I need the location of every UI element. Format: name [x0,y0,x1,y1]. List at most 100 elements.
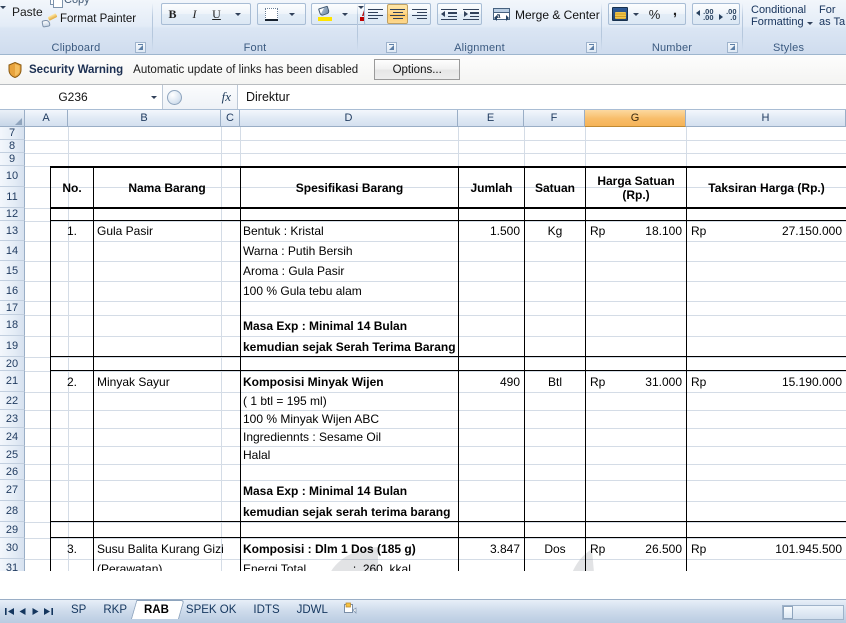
increase-decimal-button[interactable]: .00 .00 [693,5,716,23]
number-dialog-launcher[interactable] [727,42,738,53]
underline-button[interactable]: U [206,4,227,24]
row-header-10[interactable]: 10 [0,166,25,187]
row-header-22[interactable]: 22 [0,392,25,410]
row-header-25[interactable]: 25 [0,446,25,464]
conditional-formatting-line1: Conditional [751,4,807,16]
merge-and-center-button[interactable]: a [490,4,512,24]
table-border-v-d [240,166,241,571]
conditional-formatting-button[interactable]: Conditional Formatting [751,4,813,28]
row-header-9[interactable]: 9 [0,153,25,166]
item-1-nama-barang: Gula Pasir [97,224,154,238]
security-options-button[interactable]: Options... [374,59,461,80]
column-header-e[interactable]: E [458,110,524,127]
sheet-body[interactable]: No. Nama Barang Spesifikasi Barang Jumla… [25,127,846,571]
column-header-d[interactable]: D [240,110,458,127]
italic-button[interactable]: I [184,4,205,24]
sheet-tab-jdwl[interactable]: JDWL [283,600,344,619]
formula-input[interactable]: Direktur [238,85,846,109]
item-3-satuan: Dos [544,541,566,556]
column-header-c[interactable]: C [221,110,240,127]
clipboard-dialog-launcher[interactable] [135,42,146,53]
insert-worksheet-button[interactable] [331,600,372,619]
header-harga-satuan-line1: Harga Satuan [597,173,675,188]
insert-function-icon[interactable]: fx [222,89,231,105]
scrollbar-track[interactable] [782,605,844,620]
table-border-v-h [686,166,687,571]
column-header-g[interactable]: G [585,110,686,127]
item-2-spec-line-3: 100 % Minyak Wijen ABC [243,412,380,426]
next-sheet-button[interactable] [30,606,41,617]
row-header-19[interactable]: 19 [0,336,25,357]
sheet-tab-rkp[interactable]: RKP [90,600,143,619]
scrollbar-thumb[interactable] [783,606,793,619]
header-cell-nama-barang: Nama Barang [128,180,206,195]
percent-style-button[interactable]: % [644,4,665,24]
row-header-13[interactable]: 13 [0,221,25,241]
row-header-8[interactable]: 8 [0,140,25,153]
format-painter-label[interactable]: Format Painter [60,13,136,25]
alignment-dialog-launcher[interactable] [586,42,597,53]
select-all-button[interactable] [0,110,25,127]
row-header-7[interactable]: 7 [0,127,25,140]
item-3-harga-satuan: 26.500 [645,541,682,556]
align-left-button[interactable] [365,4,386,24]
formula-expand-button[interactable] [167,89,182,105]
underline-chevron-down-icon[interactable] [229,4,247,24]
column-header-h[interactable]: H [686,110,846,127]
decrease-indent-button[interactable] [438,4,459,24]
row-header-28[interactable]: 28 [0,501,25,522]
item-1-spec-line-2: Warna : Putih Bersih [243,244,353,258]
row-header-11[interactable]: 11 [0,187,25,208]
horizontal-scrollbar[interactable] [782,604,844,621]
item-1-spec-line-1: Bentuk : Kristal [243,224,324,238]
row-header-12[interactable]: 12 [0,208,25,221]
comma-style-button[interactable]: , [665,0,685,20]
name-box-chevron-down-icon[interactable] [146,95,162,99]
row-header-31[interactable]: 31 [0,559,25,571]
column-header-f[interactable]: F [524,110,585,127]
format-painter-icon[interactable] [41,13,58,28]
prev-sheet-button[interactable] [17,606,28,617]
decrease-decimal-button[interactable]: .00 .0 [716,5,739,23]
row-header-16[interactable]: 16 [0,281,25,301]
row-header-23[interactable]: 23 [0,410,25,428]
borders-button[interactable] [259,5,283,23]
paste-label[interactable]: Paste [12,5,43,19]
increase-indent-button[interactable] [460,4,481,24]
sheet-tab-jdwl-label: JDWL [296,603,328,616]
bold-button[interactable]: B [162,4,183,24]
item-2-jumlah: 490 [499,374,520,389]
align-center-button[interactable] [387,4,408,24]
row-header-20[interactable]: 20 [0,357,25,371]
align-right-button[interactable] [409,4,430,24]
column-header-a[interactable]: A [25,110,68,127]
insert-worksheet-icon [343,602,357,617]
sheet-tab-idts[interactable]: IDTS [240,600,296,619]
row-header-29[interactable]: 29 [0,522,25,538]
paste-chevron-down-icon[interactable] [0,6,6,9]
conditional-formatting-chevron-down-icon[interactable] [806,22,813,25]
row-header-14[interactable]: 14 [0,241,25,261]
fill-color-button[interactable] [313,4,337,24]
accounting-chevron-down-icon[interactable] [629,5,643,23]
row-header-30[interactable]: 30 [0,538,25,559]
fill-color-chevron-down-icon[interactable] [337,4,353,24]
row-header-17[interactable]: 17 [0,301,25,315]
row-header-15[interactable]: 15 [0,261,25,281]
last-sheet-button[interactable] [43,606,54,617]
row-header-18[interactable]: 18 [0,315,25,336]
name-box[interactable]: G236 [0,85,163,109]
accounting-format-button[interactable] [610,5,630,23]
sheet-tab-spek-ok[interactable]: SPEK OK [172,600,252,619]
column-header-b[interactable]: B [68,110,221,127]
row-header-26[interactable]: 26 [0,464,25,480]
row-header-21[interactable]: 21 [0,371,25,392]
merge-and-center-label[interactable]: Merge & Center [515,8,600,22]
row-header-27[interactable]: 27 [0,480,25,501]
format-as-table-button[interactable]: For as Ta [819,4,845,28]
row-header-24[interactable]: 24 [0,428,25,446]
first-sheet-button[interactable] [4,606,15,617]
sheet-tab-rab[interactable]: RAB [131,600,185,619]
borders-chevron-down-icon[interactable] [283,5,301,23]
name-box-value: G236 [58,90,88,104]
